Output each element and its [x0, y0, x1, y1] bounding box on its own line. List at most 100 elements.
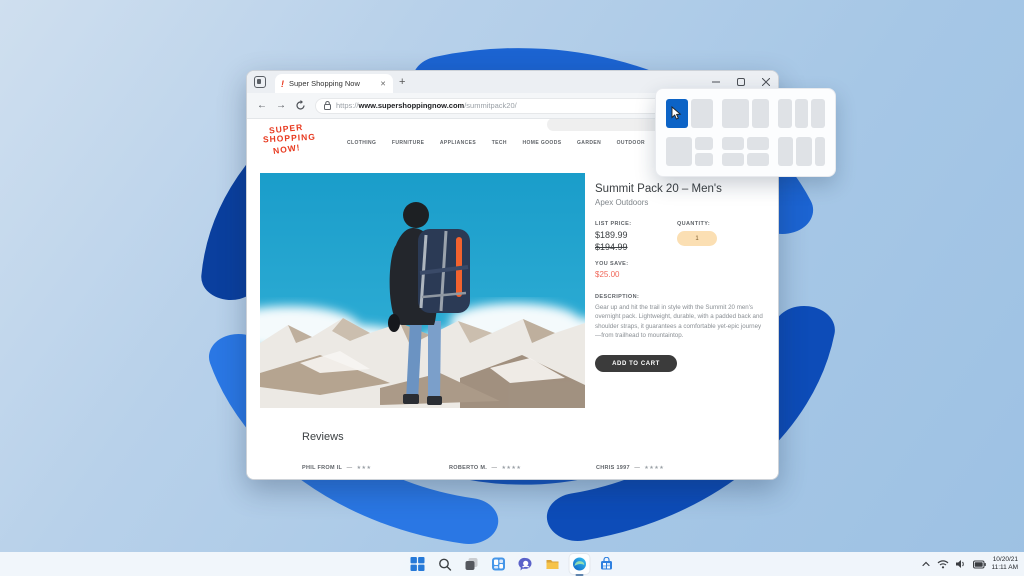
- snap-zone[interactable]: [722, 99, 749, 128]
- price-quantity-row: LIST PRICE: $189.99 $194.99 QUANTITY: 1: [595, 221, 769, 252]
- snap-zone[interactable]: [778, 137, 794, 166]
- snap-zone[interactable]: [666, 137, 692, 166]
- clock[interactable]: 10/20/21 11:11 AM: [992, 556, 1019, 573]
- snap-layout-left-plus-stack: [666, 137, 713, 166]
- product-details: Summit Pack 20 – Men's Apex Outdoors LIS…: [595, 183, 769, 373]
- snap-zone[interactable]: [751, 99, 769, 128]
- snap-zone[interactable]: [694, 137, 713, 150]
- snap-layout-three-columns: [778, 99, 825, 128]
- review-separator: —: [491, 465, 498, 471]
- taskbar-icons: [408, 552, 617, 576]
- snap-zone[interactable]: [747, 153, 769, 166]
- star-rating: ★★★★: [501, 465, 522, 471]
- snap-zone[interactable]: [722, 137, 744, 150]
- search-button[interactable]: [435, 554, 455, 574]
- volume-icon[interactable]: [955, 559, 967, 569]
- chat-icon: [518, 557, 532, 571]
- snap-zone-left-half[interactable]: [666, 99, 688, 128]
- site-nav: CLOTHING FURNITURE APPLIANCES TECH HOME …: [347, 140, 645, 146]
- snap-layout-quadrants: [722, 137, 769, 166]
- description-text: Gear up and hit the trail in style with …: [595, 304, 763, 339]
- back-button[interactable]: ←: [257, 100, 267, 111]
- store-icon: [601, 557, 612, 570]
- file-explorer-button[interactable]: [543, 554, 563, 574]
- product-title: Summit Pack 20 – Men's: [595, 183, 722, 195]
- site-logo[interactable]: SUPER SHOPPING NOW!: [263, 122, 316, 156]
- snap-layouts-flyout: [655, 88, 836, 177]
- snap-layout-two-halves: [666, 99, 713, 128]
- tab-actions-icon[interactable]: [254, 76, 266, 88]
- system-tray: 10/20/21 11:11 AM: [921, 552, 1019, 576]
- nav-item-garden[interactable]: GARDEN: [577, 140, 601, 146]
- tray-date: 10/20/21: [992, 555, 1018, 563]
- nav-item-furniture[interactable]: FURNITURE: [392, 140, 425, 146]
- chat-button[interactable]: [516, 554, 536, 574]
- cursor-icon: [671, 106, 682, 120]
- forward-button[interactable]: →: [276, 100, 286, 111]
- snap-zone[interactable]: [747, 137, 769, 150]
- star-rating: ★★★: [356, 465, 372, 471]
- new-tab-button[interactable]: +: [399, 75, 405, 89]
- nav-item-home-goods[interactable]: HOME GOODS: [522, 140, 561, 146]
- review-separator: —: [634, 465, 640, 471]
- snap-zone[interactable]: [691, 99, 713, 128]
- task-view-icon: [465, 558, 478, 570]
- snap-zone[interactable]: [722, 153, 744, 166]
- price-block: LIST PRICE: $189.99 $194.99: [595, 221, 677, 252]
- snap-zone[interactable]: [794, 99, 809, 128]
- reviewer-name: PHIL FROM IL: [302, 465, 343, 471]
- edge-icon: [573, 557, 586, 571]
- old-price: $194.99: [595, 242, 628, 252]
- review-separator: —: [346, 465, 353, 471]
- snap-layout-wide-left: [722, 99, 769, 128]
- widgets-icon: [492, 557, 505, 571]
- review-item: CHRIS 1997 — ★★★★ Was a little worried a…: [596, 456, 736, 479]
- snap-zone[interactable]: [811, 99, 825, 128]
- add-to-cart-button[interactable]: ADD TO CART: [595, 355, 677, 373]
- snap-zone[interactable]: [694, 153, 713, 166]
- nav-item-tech[interactable]: TECH: [492, 140, 507, 146]
- review-item: PHIL FROM IL — ★★★ Took this on a recent…: [302, 456, 435, 479]
- you-save-label: YOU SAVE:: [595, 261, 629, 267]
- refresh-button[interactable]: [295, 100, 306, 111]
- product-brand: Apex Outdoors: [595, 198, 649, 207]
- snap-layout-three-mixed: [778, 137, 825, 166]
- tab-close-icon[interactable]: ✕: [379, 80, 387, 88]
- you-save-value: $25.00: [595, 270, 620, 279]
- review-item: ROBERTO M. — ★★★★ This pack is top-quali…: [449, 456, 582, 479]
- product-image: [260, 173, 585, 408]
- snap-zone[interactable]: [778, 99, 792, 128]
- nav-item-appliances[interactable]: APPLIANCES: [440, 140, 476, 146]
- current-price: $189.99: [595, 230, 628, 240]
- battery-icon[interactable]: [972, 560, 986, 569]
- savings-block: YOU SAVE: $25.00: [595, 261, 769, 279]
- start-button[interactable]: [408, 554, 428, 574]
- windows-start-icon: [410, 557, 425, 571]
- quantity-block: QUANTITY: 1: [677, 221, 717, 252]
- taskbar: 10/20/21 11:11 AM: [0, 552, 1024, 576]
- quantity-stepper[interactable]: 1: [677, 231, 717, 246]
- microsoft-store-button[interactable]: [597, 554, 617, 574]
- nav-item-outdoor[interactable]: OUTDOOR: [617, 140, 645, 146]
- reviewer-name: ROBERTO M.: [449, 465, 488, 471]
- reviews-heading: Reviews: [302, 431, 344, 443]
- snap-zone[interactable]: [796, 137, 812, 166]
- wifi-icon[interactable]: [937, 559, 949, 569]
- description-label: DESCRIPTION:: [595, 294, 640, 300]
- reviews-list: PHIL FROM IL — ★★★ Took this on a recent…: [302, 456, 736, 479]
- browser-tab[interactable]: ! Super Shopping Now ✕: [275, 74, 393, 93]
- star-rating: ★★★★: [644, 465, 665, 471]
- tray-time: 11:11 AM: [991, 564, 1019, 571]
- close-icon: [761, 78, 770, 86]
- site-favicon-icon: !: [281, 78, 284, 89]
- snap-zone[interactable]: [814, 137, 825, 166]
- list-price-label: LIST PRICE:: [595, 221, 632, 227]
- lock-icon: [324, 101, 331, 110]
- file-explorer-icon: [546, 560, 559, 569]
- task-view-button[interactable]: [462, 554, 482, 574]
- edge-browser-button[interactable]: [569, 554, 590, 576]
- widgets-button[interactable]: [489, 554, 509, 574]
- nav-item-clothing[interactable]: CLOTHING: [347, 140, 376, 146]
- desktop: ! Super Shopping Now ✕ + ← → https://www…: [0, 0, 1024, 576]
- tray-chevron-up-icon[interactable]: [921, 559, 931, 569]
